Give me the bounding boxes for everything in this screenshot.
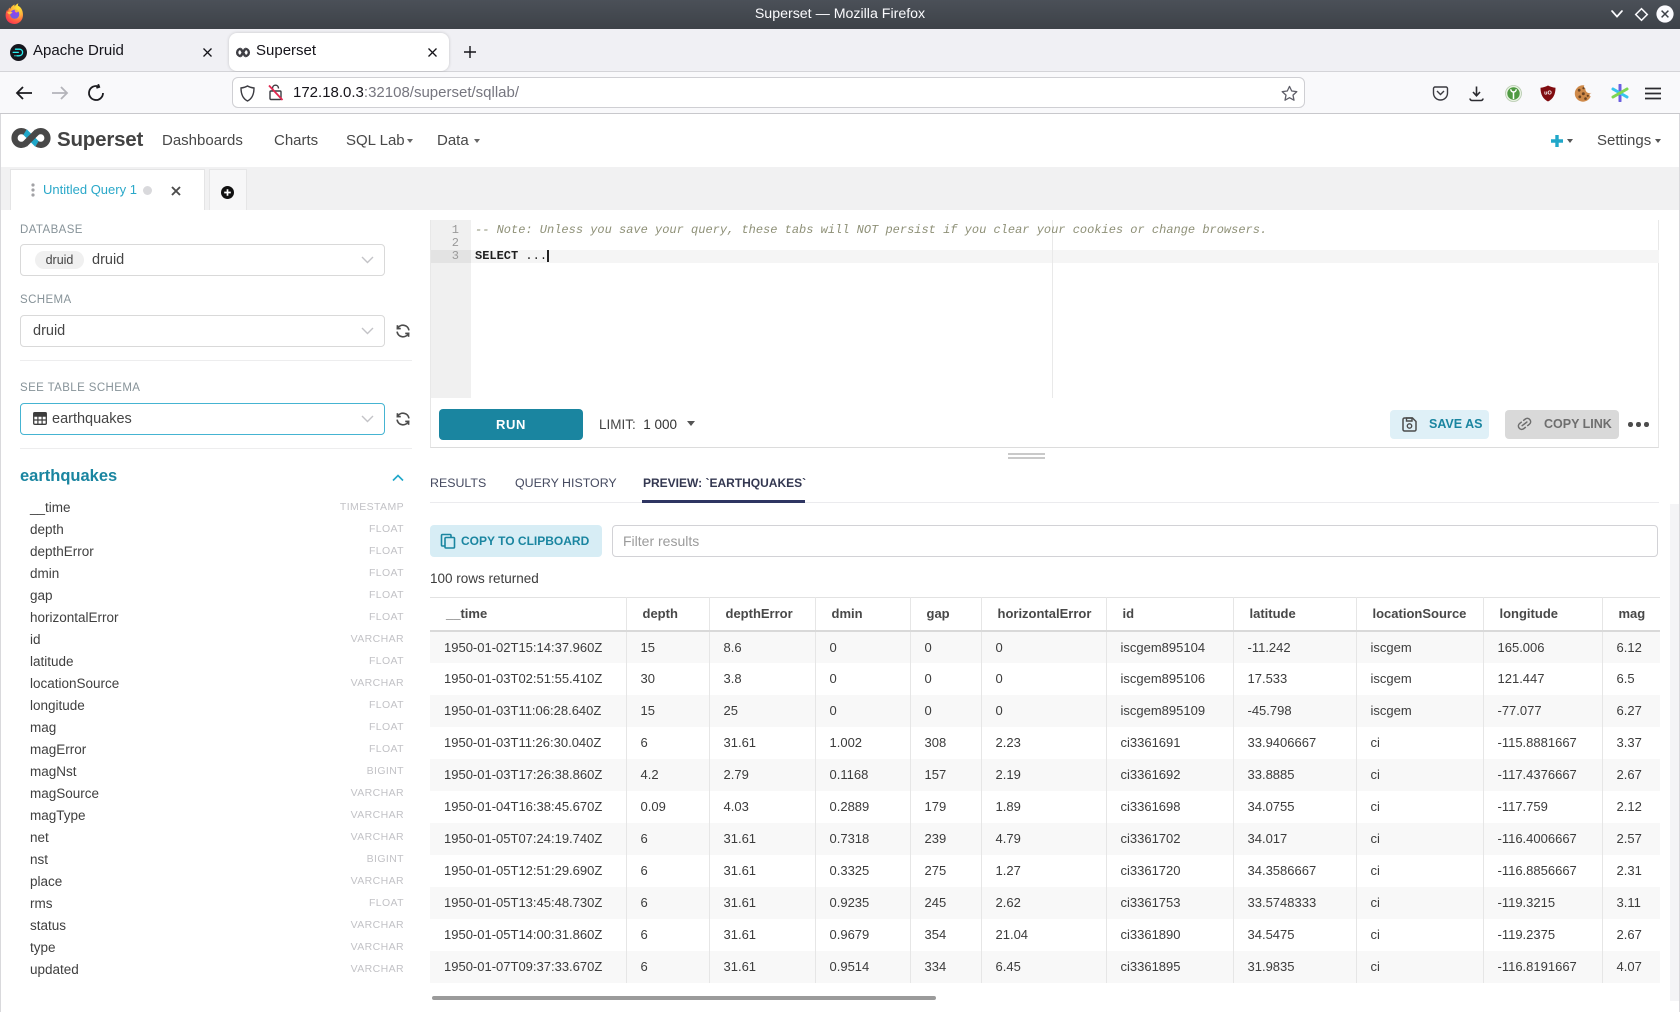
svg-text:uO: uO	[1544, 91, 1552, 97]
